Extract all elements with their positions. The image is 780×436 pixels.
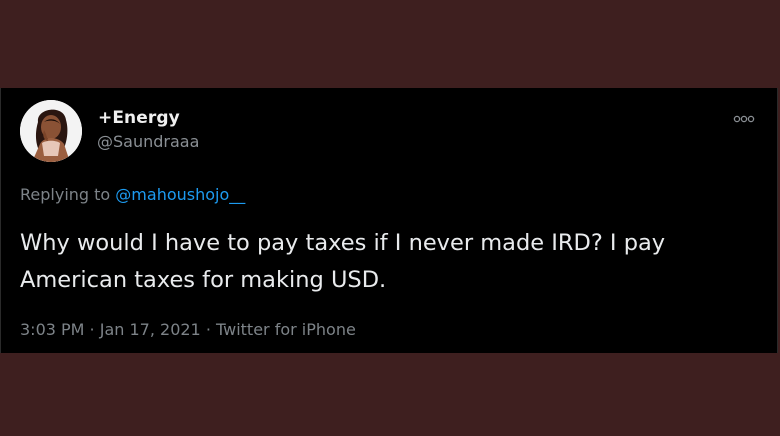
- avatar[interactable]: [20, 100, 82, 162]
- tweet-time[interactable]: 3:03 PM: [20, 320, 84, 339]
- more-options-icon: [733, 115, 755, 123]
- tweet-card[interactable]: +Energy @Saundraaa Replying to @mahousho…: [0, 88, 778, 353]
- author-display-name[interactable]: +Energy: [98, 108, 180, 128]
- meta-separator: ·: [200, 320, 216, 339]
- tweet-metadata: 3:03 PM · Jan 17, 2021 · Twitter for iPh…: [20, 320, 356, 339]
- tweet-body-text: Why would I have to pay taxes if I never…: [20, 230, 666, 293]
- tweet-date[interactable]: Jan 17, 2021: [100, 320, 201, 339]
- replying-to-line: Replying to @mahoushojo__: [20, 185, 245, 204]
- tweet-source[interactable]: Twitter for iPhone: [216, 320, 356, 339]
- more-options-button[interactable]: [733, 110, 755, 123]
- replying-to-label: Replying to: [20, 185, 116, 204]
- author-handle[interactable]: @Saundraaa: [97, 132, 199, 151]
- profile-photo-icon: [20, 100, 82, 162]
- reply-mention-link[interactable]: @mahoushojo__: [115, 185, 245, 204]
- screenshot-frame: +Energy @Saundraaa Replying to @mahousho…: [0, 0, 780, 436]
- meta-separator: ·: [84, 320, 100, 339]
